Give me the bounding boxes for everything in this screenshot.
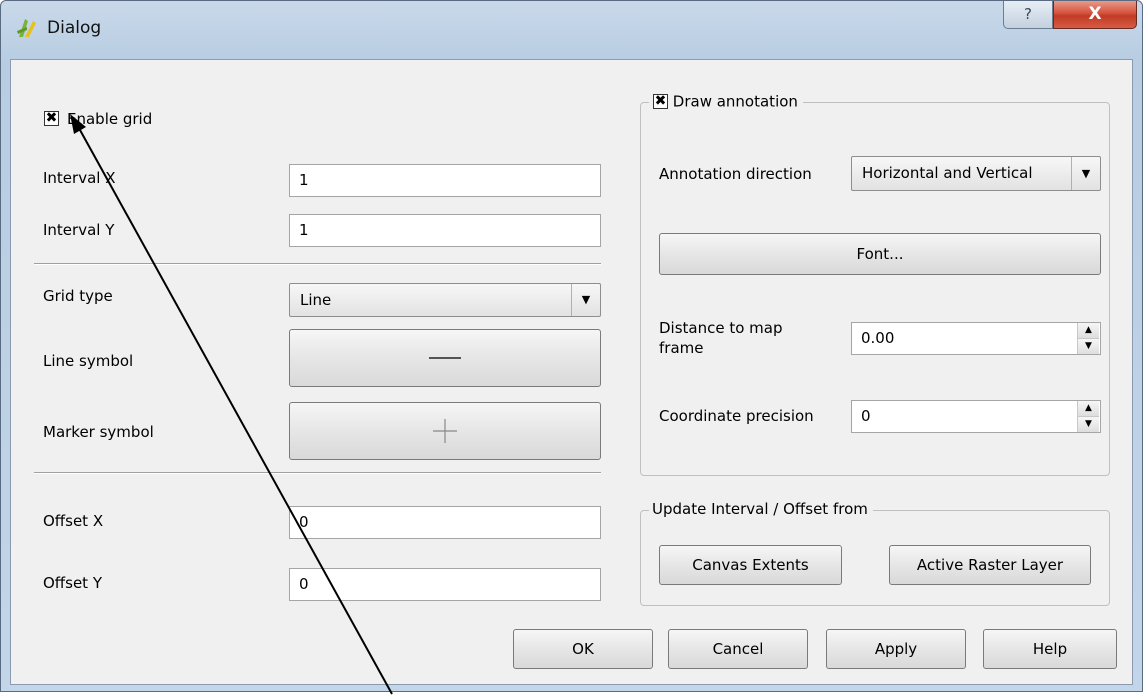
line-symbol-preview-icon bbox=[429, 357, 461, 359]
draw-annotation-checkbox[interactable]: ✖ bbox=[653, 94, 668, 109]
distance-value: 0.00 bbox=[861, 329, 895, 347]
spin-buttons: ▲ ▼ bbox=[1077, 323, 1100, 354]
annotation-direction-value: Horizontal and Vertical bbox=[862, 164, 1033, 182]
coordinate-precision-label: Coordinate precision bbox=[659, 407, 814, 425]
interval-x-label: Interval X bbox=[43, 169, 116, 187]
spin-up-icon[interactable]: ▲ bbox=[1078, 323, 1099, 339]
line-symbol-label: Line symbol bbox=[43, 352, 134, 370]
distance-spinbox[interactable]: 0.00 ▲ ▼ bbox=[851, 322, 1101, 355]
marker-cross-icon bbox=[433, 419, 457, 443]
window-title: Dialog bbox=[47, 18, 102, 38]
coordinate-precision-value: 0 bbox=[861, 407, 871, 425]
grid-type-value: Line bbox=[300, 291, 332, 309]
distance-label: Distance to map frame bbox=[659, 318, 783, 358]
interval-y-input[interactable]: 1 bbox=[289, 214, 601, 247]
offset-x-label: Offset X bbox=[43, 512, 104, 530]
help-title-button[interactable]: ? bbox=[1003, 1, 1053, 29]
marker-symbol-label: Marker symbol bbox=[43, 423, 154, 441]
draw-annotation-label: Draw annotation bbox=[672, 92, 798, 111]
annotation-direction-select[interactable]: Horizontal and Vertical ▼ bbox=[851, 156, 1101, 191]
canvas-extents-button[interactable]: Canvas Extents bbox=[659, 545, 842, 585]
coordinate-precision-spinbox[interactable]: 0 ▲ ▼ bbox=[851, 400, 1101, 433]
font-button[interactable]: Font... bbox=[659, 233, 1101, 275]
chevron-down-icon: ▼ bbox=[571, 284, 600, 316]
enable-grid-label: Enable grid bbox=[67, 110, 153, 128]
dialog-body: ✖ Enable grid Interval X 1 Interval Y 1 … bbox=[10, 59, 1133, 685]
offset-x-input[interactable]: 0 bbox=[289, 506, 601, 539]
enable-grid-checkbox[interactable]: ✖ bbox=[44, 111, 59, 126]
line-symbol-button[interactable] bbox=[289, 329, 601, 387]
chevron-down-icon: ▼ bbox=[1071, 157, 1100, 190]
interval-x-input[interactable]: 1 bbox=[289, 164, 601, 197]
close-button[interactable]: X bbox=[1053, 1, 1137, 29]
annotation-direction-label: Annotation direction bbox=[659, 165, 812, 183]
dialog-window: Dialog ? X ✖ Enable grid Interval X 1 In… bbox=[0, 0, 1143, 692]
cancel-button[interactable]: Cancel bbox=[668, 629, 808, 669]
grid-type-label: Grid type bbox=[43, 287, 113, 305]
active-raster-layer-button[interactable]: Active Raster Layer bbox=[889, 545, 1091, 585]
interval-y-label: Interval Y bbox=[43, 221, 115, 239]
divider bbox=[34, 263, 601, 265]
spin-down-icon[interactable]: ▼ bbox=[1078, 417, 1099, 432]
marker-symbol-button[interactable] bbox=[289, 402, 601, 460]
draw-annotation-header: ✖ Draw annotation bbox=[649, 92, 803, 114]
offset-y-input[interactable]: 0 bbox=[289, 568, 601, 601]
offset-y-label: Offset Y bbox=[43, 574, 102, 592]
help-button[interactable]: Help bbox=[983, 629, 1117, 669]
apply-button[interactable]: Apply bbox=[826, 629, 966, 669]
spin-down-icon[interactable]: ▼ bbox=[1078, 339, 1099, 354]
distance-label-line1: Distance to map bbox=[659, 319, 783, 337]
divider bbox=[34, 472, 601, 474]
grid-type-select[interactable]: Line ▼ bbox=[289, 283, 601, 317]
update-interval-group-label: Update Interval / Offset from bbox=[649, 500, 873, 518]
qgis-app-icon bbox=[17, 19, 36, 37]
spin-up-icon[interactable]: ▲ bbox=[1078, 401, 1099, 417]
ok-button[interactable]: OK bbox=[513, 629, 653, 669]
spin-buttons: ▲ ▼ bbox=[1077, 401, 1100, 432]
title-bar[interactable]: Dialog ? X bbox=[1, 1, 1142, 59]
distance-label-line2: frame bbox=[659, 339, 704, 357]
